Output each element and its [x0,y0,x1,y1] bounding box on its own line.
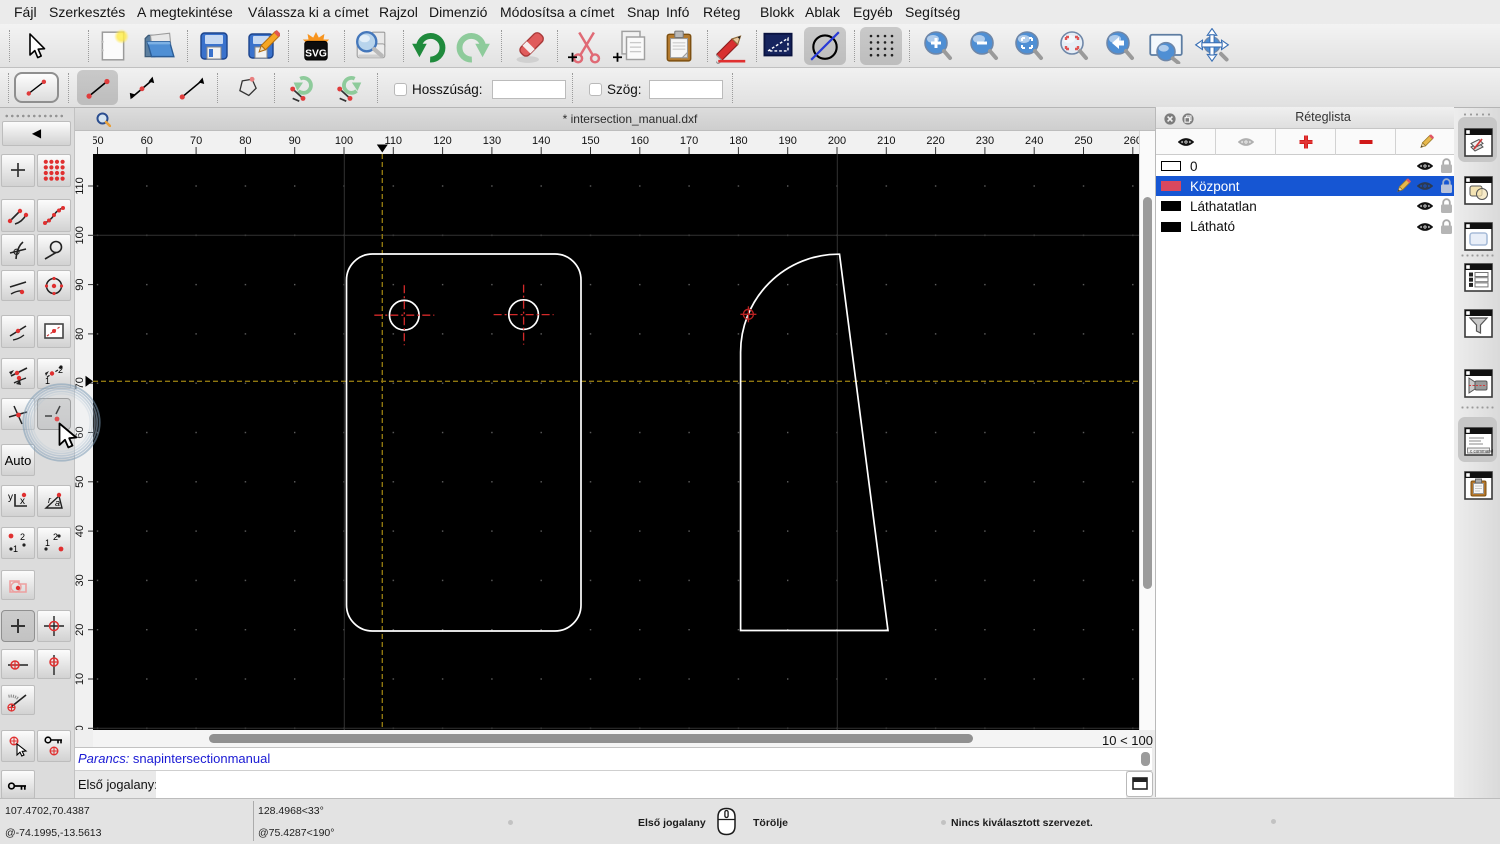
svg-text:c command: c command [1470,448,1493,453]
svg-text:60: 60 [141,135,153,147]
svg-text:2: 2 [53,532,58,542]
svg-text:50: 50 [75,476,86,488]
svg-text:230: 230 [976,135,994,147]
svg-text:80: 80 [75,328,86,340]
svg-text:200: 200 [828,135,846,147]
svg-text:140: 140 [532,135,550,147]
svg-text:2: 2 [58,365,63,375]
svg-text:90: 90 [289,135,301,147]
svg-text:70: 70 [190,135,202,147]
svg-text:30: 30 [75,574,86,586]
svg-text:250: 250 [1074,135,1092,147]
svg-text:240: 240 [1025,135,1043,147]
svg-text:210: 210 [877,135,895,147]
svg-text:190: 190 [779,135,797,147]
svg-text:180: 180 [729,135,747,147]
svg-text:80: 80 [239,135,251,147]
svg-text:x: x [20,496,25,507]
svg-text:100: 100 [75,226,86,244]
svg-text:20: 20 [75,624,86,636]
svg-text:1: 1 [45,538,50,548]
svg-text:150: 150 [581,135,599,147]
svg-text:SVG: SVG [305,48,327,59]
svg-text:120: 120 [433,135,451,147]
svg-text:1: 1 [13,544,18,554]
svg-text:130: 130 [483,135,501,147]
svg-text:260: 260 [1124,135,1139,147]
svg-text:2: 2 [20,532,25,542]
svg-text:y: y [8,492,13,503]
svg-text:50: 50 [93,135,104,147]
svg-text:220: 220 [926,135,944,147]
svg-text:a: a [55,498,60,508]
svg-text:110: 110 [75,177,86,195]
svg-text:10: 10 [75,673,86,685]
svg-text:170: 170 [680,135,698,147]
svg-text:90: 90 [75,278,86,290]
svg-text:40: 40 [75,525,86,537]
svg-text:160: 160 [631,135,649,147]
svg-text:100: 100 [335,135,353,147]
